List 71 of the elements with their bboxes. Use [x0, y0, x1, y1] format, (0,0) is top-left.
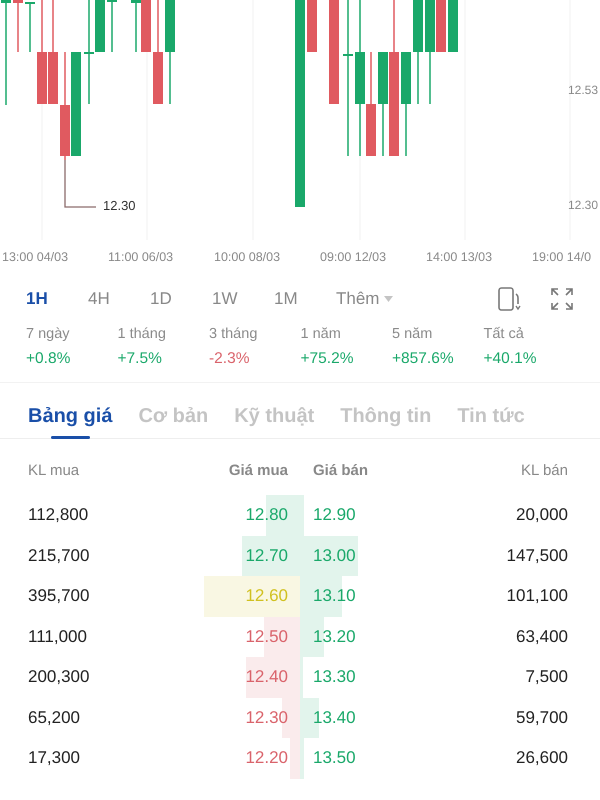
candle	[131, 0, 141, 52]
table-cell: 111,000	[28, 626, 87, 647]
candle	[141, 0, 151, 52]
table-cell: 7,500	[525, 667, 568, 688]
timeframe-tab[interactable]: 1M	[274, 289, 336, 309]
axis-label: 09:00 12/03	[320, 250, 388, 264]
table-cell: 12.20	[245, 748, 288, 768]
table-cell: 20,000	[516, 505, 568, 526]
table-cell: 63,400	[516, 626, 568, 647]
table-cell: 395,700	[28, 586, 90, 606]
timeframe-tab[interactable]: 1H	[26, 289, 88, 309]
change-value: +75.2%	[300, 350, 355, 368]
column-header: KL mua	[28, 462, 80, 478]
table-cell: 59,700	[516, 708, 568, 728]
period-label: 7 ngày	[26, 326, 71, 342]
table-cell: 17,300	[28, 748, 80, 768]
axis-label: 10:00 08/03	[214, 250, 282, 264]
rotate-phone-icon[interactable]	[496, 286, 522, 312]
change-value: -2.3%	[209, 350, 250, 368]
table-cell: 12.40	[245, 667, 288, 688]
axis-label: 11:00 06/03	[108, 250, 174, 264]
change-value: +0.8%	[26, 350, 72, 368]
axis-label: 14:00 13/03	[426, 250, 494, 264]
column-header: Giá bán	[312, 462, 370, 478]
table-cell: 147,500	[506, 546, 568, 566]
caret-icon	[384, 296, 394, 302]
timeframe-tab[interactable]: 4H	[88, 289, 150, 309]
table-cell: 12.50	[245, 626, 288, 647]
table-cell: 12.80	[245, 505, 288, 526]
table-cell: 112,800	[28, 505, 88, 526]
change-value: +7.5%	[118, 350, 163, 368]
period-label: 3 tháng	[209, 326, 258, 342]
table-cell: 26,600	[516, 748, 568, 768]
table-cell: 12.60	[245, 586, 288, 606]
more-dropdown[interactable]: Thêm	[336, 289, 394, 309]
candle	[13, 0, 23, 52]
column-header: Giá mua	[228, 462, 289, 478]
timeframe-tab[interactable]: 1D	[150, 289, 212, 309]
axis-label: 13:00 04/03	[2, 250, 70, 264]
axis-label: 12.30	[568, 198, 598, 212]
table-cell: 13.50	[313, 748, 356, 768]
candle	[307, 0, 317, 52]
table-cell: 13.00	[313, 546, 356, 566]
table-cell: 65,200	[28, 708, 80, 728]
candle	[107, 0, 117, 52]
table-cell: 13.10	[313, 586, 356, 606]
axis-label: 12.53	[568, 83, 598, 97]
column-header: KL bán	[520, 462, 568, 478]
candle	[448, 0, 458, 52]
low-price-label: 12.30	[103, 198, 136, 213]
table-cell: 12.90	[313, 505, 356, 526]
table-cell: 13.20	[313, 626, 356, 647]
change-value: +857.6%	[392, 350, 455, 368]
leader-line	[64, 160, 96, 208]
table-cell: 13.30	[313, 667, 356, 688]
axis-label: 19:00 14/0	[532, 250, 592, 264]
table-cell: 101,100	[506, 586, 568, 606]
table-cell: 200,300	[28, 667, 90, 688]
table-cell: 12.30	[245, 708, 288, 728]
period-label: 1 năm	[300, 326, 342, 342]
timeframe-tab[interactable]: 1W	[212, 289, 274, 309]
section-tab[interactable]: Bảng giá	[28, 395, 112, 438]
change-value: +40.1%	[484, 350, 538, 368]
table-cell: 215,700	[28, 546, 90, 566]
candle	[25, 2, 35, 52]
period-label: 1 tháng	[118, 326, 167, 342]
period-label: 5 năm	[392, 326, 434, 342]
fullscreen-icon[interactable]	[550, 287, 574, 311]
period-label: Tất cả	[484, 326, 525, 342]
table-cell: 12.70	[245, 546, 288, 566]
table-cell: 13.40	[313, 708, 356, 728]
